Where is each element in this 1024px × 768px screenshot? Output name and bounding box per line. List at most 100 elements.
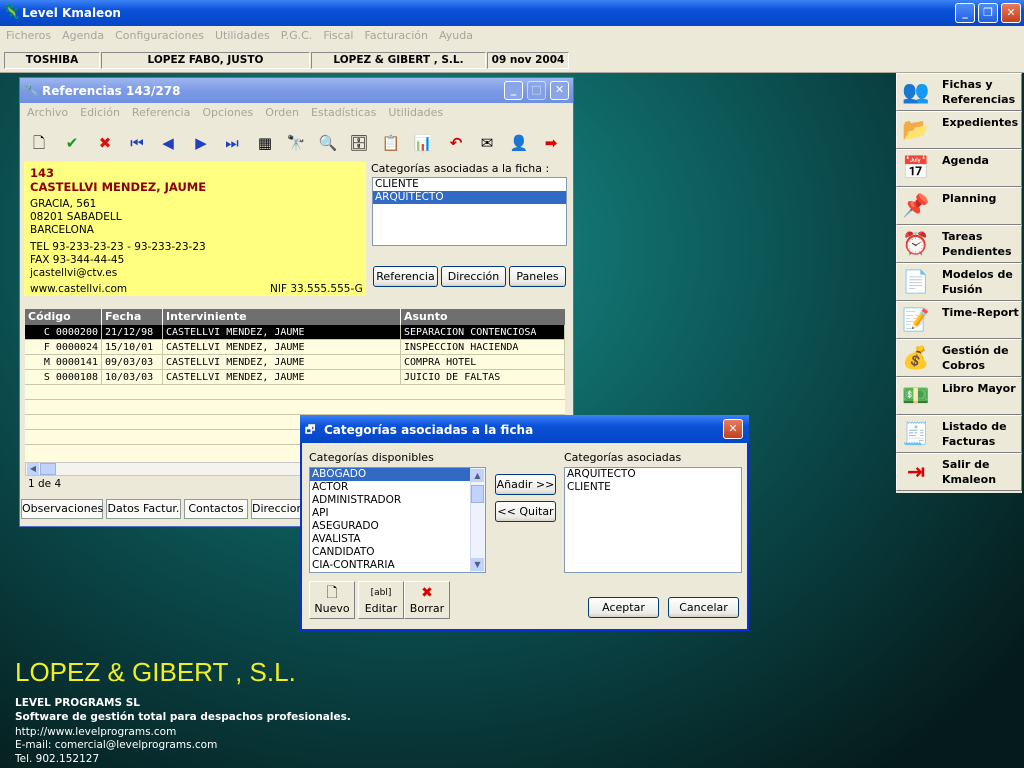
previous-record-icon[interactable]: ◀ bbox=[157, 132, 179, 154]
referencia-button[interactable]: Referencia bbox=[373, 266, 438, 287]
last-record-icon[interactable]: ⏭ bbox=[221, 132, 243, 154]
menu-ficheros[interactable]: Ficheros bbox=[0, 26, 56, 42]
close-button[interactable]: ✕ bbox=[1001, 3, 1021, 23]
menu-facturacion[interactable]: Facturación bbox=[359, 26, 433, 42]
referencias-maximize-button[interactable]: □ bbox=[527, 81, 546, 100]
sidebar-item-expedientes[interactable]: 📂 Expedientes bbox=[896, 111, 1022, 149]
scroll-down-icon[interactable]: ▼ bbox=[471, 558, 484, 571]
sidebar-item-libro-mayor[interactable]: 💵 Libro Mayor bbox=[896, 377, 1022, 415]
contact-fax: FAX 93-344-44-45 bbox=[30, 254, 125, 266]
list-item[interactable]: ABOGADO bbox=[310, 468, 485, 481]
associated-categories-list[interactable]: ARQUITECTO CLIENTE bbox=[564, 467, 742, 573]
column-asunto[interactable]: Asunto bbox=[401, 309, 565, 325]
scroll-up-icon[interactable]: ▲ bbox=[471, 469, 484, 482]
menu-opciones[interactable]: Opciones bbox=[195, 103, 258, 119]
sidebar-item-salir[interactable]: ⇥ Salir de Kmaleon bbox=[896, 453, 1022, 491]
sidebar-item-cobros[interactable]: 💰 Gestión de Cobros bbox=[896, 339, 1022, 377]
restore-button[interactable]: ❐ bbox=[978, 3, 998, 23]
add-button[interactable]: Añadir >> bbox=[495, 474, 556, 495]
scroll-thumb[interactable] bbox=[40, 463, 56, 475]
scroll-thumb[interactable] bbox=[471, 485, 484, 503]
direccion-button[interactable]: Dirección bbox=[441, 266, 506, 287]
list-item[interactable]: CANDIDATO bbox=[310, 546, 485, 559]
borrar-button[interactable]: ✖ Borrar bbox=[404, 581, 450, 619]
sidebar-item-facturas[interactable]: 🧾 Listado de Facturas bbox=[896, 415, 1022, 453]
list-item[interactable]: AVALISTA bbox=[310, 533, 485, 546]
list-item[interactable]: CLIENTE bbox=[565, 481, 741, 494]
available-categories-list[interactable]: ABOGADO ACTOR ADMINISTRADOR API ASEGURAD… bbox=[309, 467, 486, 573]
tab-observaciones[interactable]: Observaciones bbox=[21, 499, 103, 519]
grid-horizontal-scrollbar[interactable]: ◀ bbox=[25, 462, 315, 476]
first-record-icon[interactable]: ⏮ bbox=[126, 132, 148, 154]
menu-pgc[interactable]: P.G.C. bbox=[275, 26, 318, 42]
menu-estadisticas[interactable]: Estadísticas bbox=[304, 103, 381, 119]
sidebar-item-modelos[interactable]: 📄 Modelos de Fusión bbox=[896, 263, 1022, 301]
list-item[interactable]: ACTOR bbox=[310, 481, 485, 494]
sidebar-item-agenda[interactable]: 📅 Agenda bbox=[896, 149, 1022, 187]
column-codigo[interactable]: Código bbox=[25, 309, 102, 325]
cancel-x-icon[interactable]: ✖ bbox=[94, 132, 116, 154]
category-item[interactable]: CLIENTE bbox=[373, 178, 566, 191]
menu-configuraciones[interactable]: Configuraciones bbox=[109, 26, 209, 42]
sidebar-item-fichas[interactable]: 👥 Fichas y Referencias bbox=[896, 73, 1022, 111]
column-interviniente[interactable]: Interviniente bbox=[163, 309, 401, 325]
menu-edicion[interactable]: Edición bbox=[73, 103, 125, 119]
menu-fiscal[interactable]: Fiscal bbox=[317, 26, 358, 42]
menu-archivo[interactable]: Archivo bbox=[20, 103, 73, 119]
scroll-left-icon[interactable]: ◀ bbox=[27, 463, 39, 475]
list-item[interactable]: API bbox=[310, 507, 485, 520]
categories-list[interactable]: CLIENTE ARQUITECTO bbox=[372, 177, 567, 246]
search-zoom-icon[interactable]: 🔍 bbox=[317, 132, 339, 154]
sidebar-item-tareas[interactable]: ⏰ Tareas Pendientes bbox=[896, 225, 1022, 263]
menu-utilidades-ref[interactable]: Utilidades bbox=[381, 103, 448, 119]
stack-files-icon[interactable]: 🗄 bbox=[348, 132, 370, 154]
menu-referencia[interactable]: Referencia bbox=[125, 103, 195, 119]
column-fecha[interactable]: Fecha bbox=[102, 309, 163, 325]
binoculars-icon[interactable]: 🔭 bbox=[285, 132, 307, 154]
dialog-close-button[interactable]: ✕ bbox=[723, 419, 743, 439]
sidebar-item-time-report[interactable]: 📝 Time-Report bbox=[896, 301, 1022, 339]
sidebar-item-planning[interactable]: 📌 Planning bbox=[896, 187, 1022, 225]
table-row[interactable]: S 0000108 10/03/03 CASTELLVI MENDEZ, JAU… bbox=[25, 370, 565, 385]
coins-icon: 💰 bbox=[902, 346, 930, 371]
person-icon[interactable]: 👤 bbox=[508, 132, 530, 154]
table-row[interactable]: M 0000141 09/03/03 CASTELLVI MENDEZ, JAU… bbox=[25, 355, 565, 370]
editar-button[interactable]: [abl] Editar bbox=[358, 581, 404, 619]
menu-orden[interactable]: Orden bbox=[258, 103, 304, 119]
list-item[interactable]: CIA-CONTRARIA bbox=[310, 559, 485, 572]
referencias-minimize-button[interactable]: _ bbox=[504, 81, 523, 100]
list-item[interactable]: ASEGURADO bbox=[310, 520, 485, 533]
tab-contactos[interactable]: Contactos bbox=[184, 499, 248, 519]
cell-asunto: SEPARACION CONTENCIOSA bbox=[401, 325, 565, 340]
bar-chart-icon[interactable]: 📊 bbox=[412, 132, 434, 154]
category-item[interactable]: ARQUITECTO bbox=[373, 191, 566, 204]
new-record-icon[interactable]: 🗋 bbox=[28, 132, 50, 154]
paneles-button[interactable]: Paneles bbox=[509, 266, 566, 287]
exit-arrow-icon[interactable]: ➡ bbox=[540, 132, 562, 154]
list-item[interactable]: ARQUITECTO bbox=[565, 468, 741, 481]
nuevo-button[interactable]: 🗋 Nuevo bbox=[309, 581, 355, 619]
sidebar-item-label: Expedientes bbox=[942, 116, 1019, 129]
tab-datos-factur[interactable]: Datos Factur. bbox=[106, 499, 181, 519]
table-row[interactable]: F 0000024 15/10/01 CASTELLVI MENDEZ, JAU… bbox=[25, 340, 565, 355]
next-record-icon[interactable]: ▶ bbox=[190, 132, 212, 154]
cancelar-button[interactable]: Cancelar bbox=[668, 597, 739, 618]
report-icon[interactable]: 📋 bbox=[380, 132, 402, 154]
borrar-label: Borrar bbox=[409, 602, 445, 615]
table-row[interactable]: C 0000200 21/12/98 CASTELLVI MENDEZ, JAU… bbox=[25, 325, 565, 340]
menu-utilidades[interactable]: Utilidades bbox=[209, 26, 275, 42]
menu-ayuda[interactable]: Ayuda bbox=[433, 26, 478, 42]
aceptar-button[interactable]: Aceptar bbox=[588, 597, 659, 618]
referencias-close-button[interactable]: ✕ bbox=[550, 81, 569, 100]
email-icon[interactable]: ✉ bbox=[476, 132, 498, 154]
tab-direccion[interactable]: Direccion bbox=[251, 499, 303, 519]
minimize-button[interactable]: _ bbox=[955, 3, 975, 23]
menu-agenda[interactable]: Agenda bbox=[56, 26, 109, 42]
confirm-check-icon[interactable]: ✔ bbox=[61, 132, 83, 154]
table-view-icon[interactable]: ▦ bbox=[254, 132, 276, 154]
pushpin-icon: 📌 bbox=[902, 194, 930, 219]
remove-button[interactable]: << Quitar bbox=[495, 501, 556, 522]
undo-arrow-icon[interactable]: ↶ bbox=[445, 132, 467, 154]
list-item[interactable]: ADMINISTRADOR bbox=[310, 494, 485, 507]
list-vertical-scrollbar[interactable] bbox=[470, 468, 485, 572]
